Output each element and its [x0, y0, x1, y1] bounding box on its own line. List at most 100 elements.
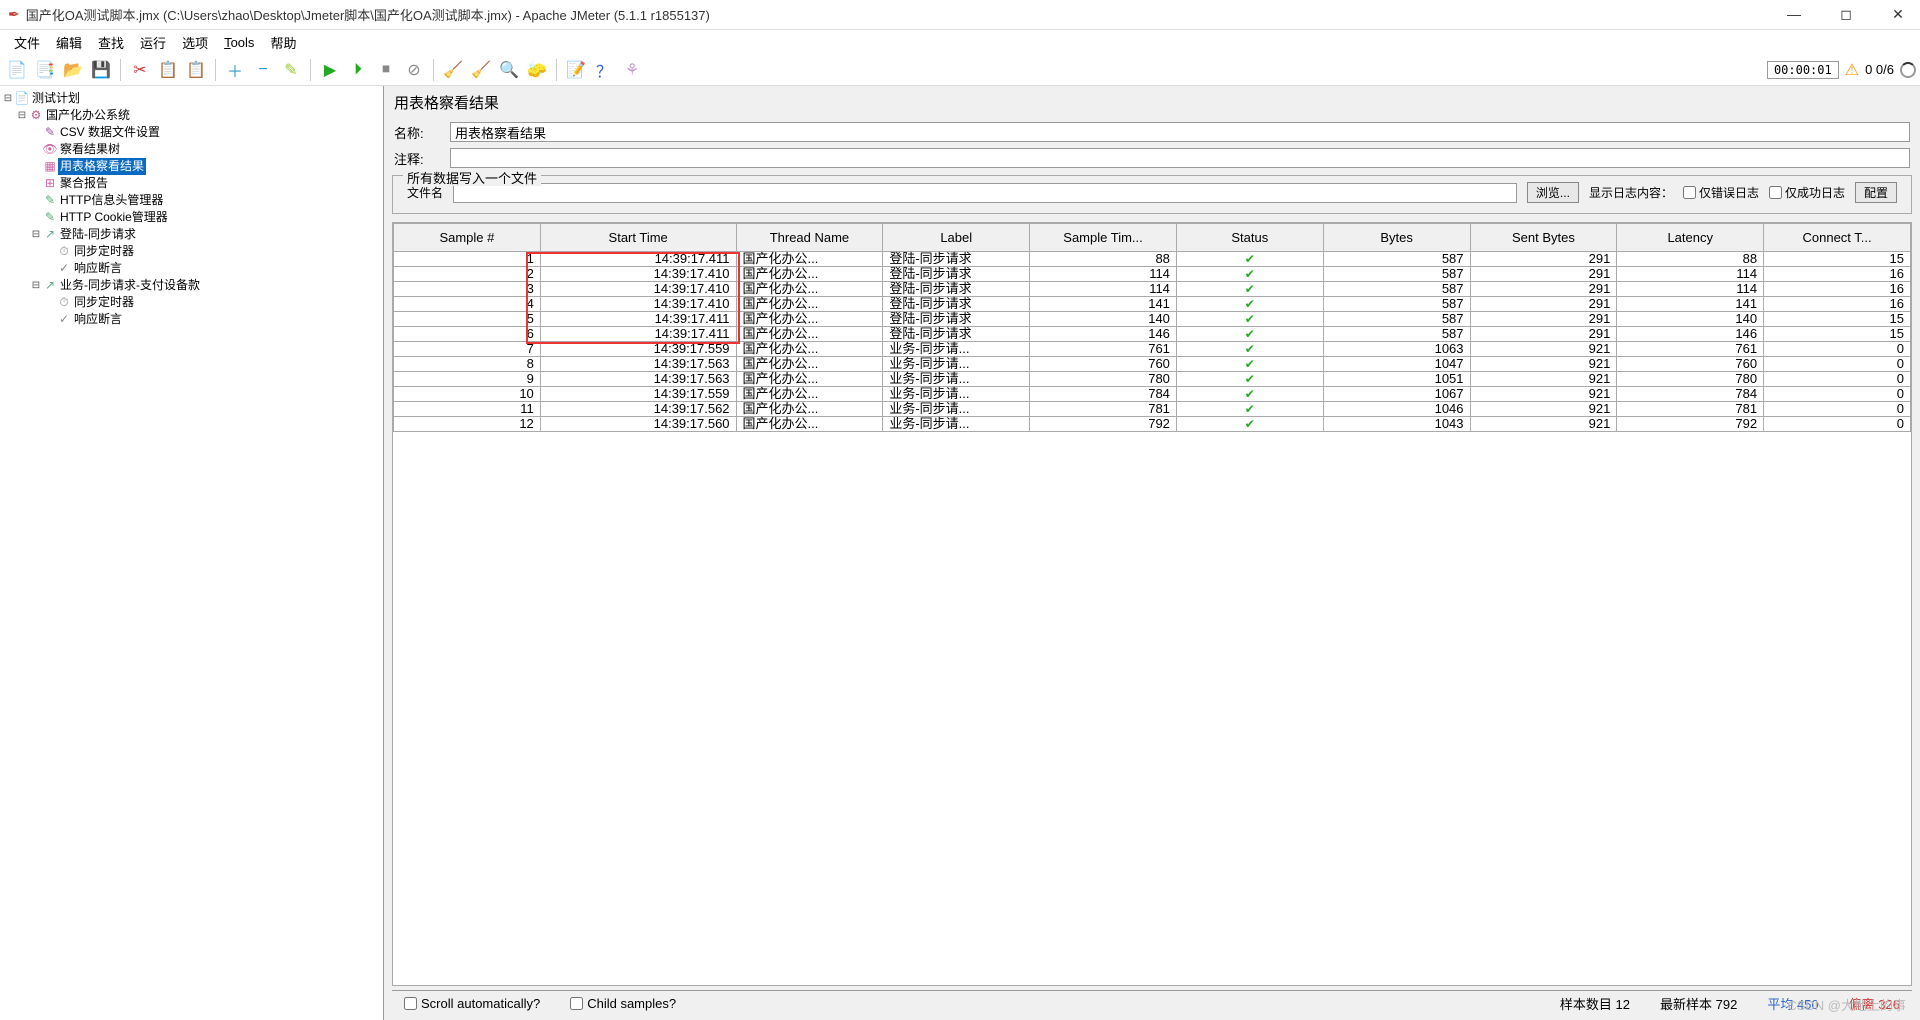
function-helper-icon[interactable]: 📝	[563, 57, 589, 83]
comment-row: 注释:	[384, 145, 1920, 171]
panel-title: 用表格察看结果	[384, 86, 1920, 119]
tree-item-label: 国产化办公系统	[44, 107, 132, 124]
tree-node[interactable]: ⊟↗业务-同步请求-支付设备款	[2, 277, 381, 294]
table-row[interactable]: 414:39:17.410国产化办公...登陆-同步请求141✔58729114…	[394, 297, 1911, 312]
copy-icon[interactable]: 📋	[155, 57, 181, 83]
tree-node[interactable]: ⏱同步定时器	[2, 294, 381, 311]
menu-编辑[interactable]: 编辑	[50, 31, 88, 54]
status-ok-icon: ✔	[1245, 297, 1255, 311]
tree-item-icon: ⊞	[42, 175, 58, 192]
col-header[interactable]: Sent Bytes	[1470, 224, 1617, 252]
tree-node[interactable]: ⊟⚙国产化办公系统	[2, 107, 381, 124]
add-icon[interactable]: ＋	[222, 57, 248, 83]
menu-帮助[interactable]: 帮助	[264, 31, 302, 54]
tree-toggle-icon[interactable]: ⊟	[2, 90, 14, 107]
col-header[interactable]: Label	[883, 224, 1030, 252]
cut-icon[interactable]: ✂	[127, 57, 153, 83]
help-icon[interactable]: ？	[591, 57, 617, 83]
tree-item-label: 响应断言	[72, 260, 124, 277]
wand-icon[interactable]: ✎	[278, 57, 304, 83]
minimize-button[interactable]: —	[1780, 6, 1808, 23]
templates-icon[interactable]: 📑	[32, 57, 58, 83]
run-icon[interactable]: ▶	[317, 57, 343, 83]
results-table-wrap[interactable]: Sample #Start TimeThread NameLabelSample…	[392, 222, 1912, 986]
search-icon[interactable]: 🔍	[496, 57, 522, 83]
name-input[interactable]	[450, 122, 1910, 142]
table-row[interactable]: 314:39:17.410国产化办公...登陆-同步请求114✔58729111…	[394, 282, 1911, 297]
browse-button[interactable]: 浏览...	[1527, 182, 1579, 203]
tree-node[interactable]: ✎HTTP信息头管理器	[2, 192, 381, 209]
reset-search-icon[interactable]: 🧽	[524, 57, 550, 83]
new-icon[interactable]: 📄	[4, 57, 30, 83]
configure-button[interactable]: 配置	[1855, 182, 1897, 203]
table-row[interactable]: 914:39:17.563国产化办公...业务-同步请...780✔105192…	[394, 372, 1911, 387]
only-error-checkbox[interactable]: 仅错误日志	[1683, 184, 1759, 201]
table-row[interactable]: 614:39:17.411国产化办公...登陆-同步请求146✔58729114…	[394, 327, 1911, 342]
comment-input[interactable]	[450, 148, 1910, 168]
status-ok-icon: ✔	[1245, 357, 1255, 371]
tree-node[interactable]: 👁察看结果树	[2, 141, 381, 158]
filename-input[interactable]	[453, 183, 1517, 203]
status-ok-icon: ✔	[1245, 267, 1255, 281]
maximize-button[interactable]: ◻	[1832, 6, 1860, 23]
save-icon[interactable]: 💾	[88, 57, 114, 83]
col-header[interactable]: Sample #	[394, 224, 541, 252]
tree-toggle-icon[interactable]: ⊟	[30, 277, 42, 294]
menu-运行[interactable]: 运行	[134, 31, 172, 54]
col-header[interactable]: Sample Tim...	[1030, 224, 1177, 252]
tree-node[interactable]: ⊟↗登陆-同步请求	[2, 226, 381, 243]
table-row[interactable]: 114:39:17.411国产化办公...登陆-同步请求88✔587291881…	[394, 252, 1911, 267]
clear-all-icon[interactable]: 🧹	[468, 57, 494, 83]
table-row[interactable]: 1114:39:17.562国产化办公...业务-同步请...781✔10469…	[394, 402, 1911, 417]
col-header[interactable]: Status	[1176, 224, 1323, 252]
scroll-auto-checkbox[interactable]: Scroll automatically?	[404, 996, 540, 1011]
table-row[interactable]: 514:39:17.411国产化办公...登陆-同步请求140✔58729114…	[394, 312, 1911, 327]
table-row[interactable]: 814:39:17.563国产化办公...业务-同步请...760✔104792…	[394, 357, 1911, 372]
run-noTimer-icon[interactable]: ⏵	[345, 57, 371, 83]
tree-node[interactable]: ✎CSV 数据文件设置	[2, 124, 381, 141]
menu-Tools[interactable]: Tools	[218, 33, 260, 52]
sep	[120, 59, 121, 81]
child-samples-checkbox[interactable]: Child samples?	[570, 996, 676, 1011]
tree-node[interactable]: ✓响应断言	[2, 311, 381, 328]
paste-icon[interactable]: 📋	[183, 57, 209, 83]
table-row[interactable]: 714:39:17.559国产化办公...业务-同步请...761✔106392…	[394, 342, 1911, 357]
open-icon[interactable]: 📂	[60, 57, 86, 83]
table-row[interactable]: 214:39:17.410国产化办公...登陆-同步请求114✔58729111…	[394, 267, 1911, 282]
stop-icon[interactable]: ⏹	[373, 57, 399, 83]
menu-查找[interactable]: 查找	[92, 31, 130, 54]
tree-node[interactable]: ✓响应断言	[2, 260, 381, 277]
tree-node[interactable]: ⊞聚合报告	[2, 175, 381, 192]
col-header[interactable]: Connect T...	[1764, 224, 1911, 252]
warning-icon[interactable]: ⚠	[1845, 60, 1859, 80]
tree-item-label: CSV 数据文件设置	[58, 124, 162, 141]
menu-文件[interactable]: 文件	[8, 31, 46, 54]
clear-icon[interactable]: 🧹	[440, 57, 466, 83]
tree-node[interactable]: ✎HTTP Cookie管理器	[2, 209, 381, 226]
remove-icon[interactable]: −	[250, 57, 276, 83]
shutdown-icon[interactable]: ⊘	[401, 57, 427, 83]
table-row[interactable]: 1014:39:17.559国产化办公...业务-同步请...784✔10679…	[394, 387, 1911, 402]
col-header[interactable]: Thread Name	[736, 224, 883, 252]
tree-node[interactable]: ▦用表格察看结果	[2, 158, 381, 175]
tree-item-label: 登陆-同步请求	[58, 226, 138, 243]
close-button[interactable]: ✕	[1884, 6, 1912, 23]
tree-pane[interactable]: ⊟📄测试计划⊟⚙国产化办公系统✎CSV 数据文件设置👁察看结果树▦用表格察看结果…	[0, 86, 384, 1020]
col-header[interactable]: Bytes	[1323, 224, 1470, 252]
busy-spinner-icon	[1900, 62, 1916, 78]
tree-node[interactable]: ⊟📄测试计划	[2, 90, 381, 107]
table-row[interactable]: 1214:39:17.560国产化办公...业务-同步请...792✔10439…	[394, 417, 1911, 432]
tree-toggle-icon[interactable]: ⊟	[30, 226, 42, 243]
tree-node[interactable]: ⏱同步定时器	[2, 243, 381, 260]
status-ok-icon: ✔	[1245, 387, 1255, 401]
status-ok-icon: ✔	[1245, 282, 1255, 296]
results-table[interactable]: Sample #Start TimeThread NameLabelSample…	[393, 223, 1911, 432]
col-header[interactable]: Start Time	[540, 224, 736, 252]
status-ok-icon: ✔	[1245, 417, 1255, 431]
file-group-label: 所有数据写入一个文件	[403, 171, 541, 186]
only-success-checkbox[interactable]: 仅成功日志	[1769, 184, 1845, 201]
col-header[interactable]: Latency	[1617, 224, 1764, 252]
whatsnew-icon[interactable]: ⚘	[619, 57, 645, 83]
tree-toggle-icon[interactable]: ⊟	[16, 107, 28, 124]
menu-选项[interactable]: 选项	[176, 31, 214, 54]
